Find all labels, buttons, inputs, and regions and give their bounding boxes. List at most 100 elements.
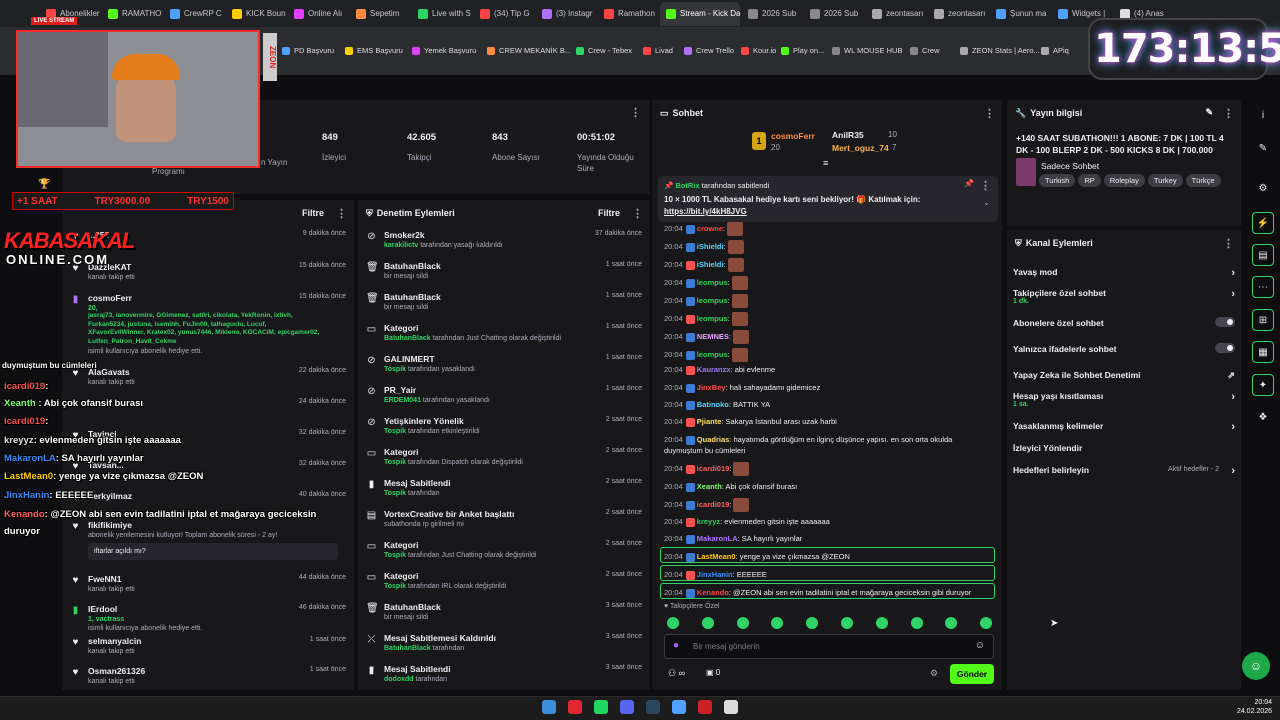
toggle-switch[interactable] bbox=[1215, 317, 1235, 327]
category-name[interactable]: Sadece Sohbet bbox=[1041, 161, 1099, 171]
mod-actor[interactable]: Tospik bbox=[384, 583, 406, 590]
chat-message[interactable]: 20:04 leompus: bbox=[664, 276, 748, 290]
chat-username[interactable]: leompus bbox=[697, 278, 728, 287]
mod-item[interactable]: 🗑 BatuhanBlack 1 saat önce bir mesajı sild… bbox=[358, 261, 650, 280]
acrobat-icon[interactable] bbox=[698, 700, 712, 714]
bookmark-item[interactable]: ZEON Stats | Aero... bbox=[960, 46, 1040, 55]
chat-username[interactable]: icardi019 bbox=[697, 500, 730, 509]
chat-message[interactable]: 20:04 leompus: bbox=[664, 312, 748, 326]
pinned-by[interactable]: BotRix bbox=[675, 181, 699, 190]
chat-username[interactable]: kreyyz bbox=[697, 517, 720, 526]
activity-item[interactable]: ▮ IErdool 46 dakika önce 1, vactrass isimli … bbox=[62, 604, 354, 632]
steam-icon[interactable] bbox=[646, 700, 660, 714]
chat-username[interactable]: JinxHanin bbox=[697, 570, 733, 579]
emote-icon[interactable] bbox=[667, 617, 679, 629]
mod-item[interactable]: 🗑 BatuhanBlack 3 saat önce bir mesajı sild… bbox=[358, 602, 650, 621]
mod-item[interactable]: ▭ Kategori 1 saat önce BatuhanBlack tarafın… bbox=[358, 323, 650, 342]
pinned-link[interactable]: https://bit.ly/4kH8JVG bbox=[664, 207, 747, 216]
browser-tab[interactable]: CrewRP C bbox=[164, 2, 224, 26]
emoji-icon[interactable]: ☺ bbox=[975, 640, 985, 651]
more-icon[interactable]: ⋮ bbox=[336, 207, 347, 220]
info-icon[interactable]: i bbox=[1252, 104, 1274, 126]
settings-gear-icon[interactable]: ⚙ bbox=[930, 668, 938, 679]
channel-setting[interactable]: İzleyici Yönlendir bbox=[1013, 443, 1235, 453]
chat-username[interactable]: leompus bbox=[697, 296, 728, 305]
channel-setting[interactable]: Abonelere özel sohbet bbox=[1013, 317, 1235, 328]
browser-tab[interactable]: zeontasarı bbox=[928, 2, 988, 26]
more-icon[interactable]: ⋮ bbox=[984, 107, 995, 120]
chat-message[interactable]: 20:04 icardi019: bbox=[664, 462, 750, 476]
chevron-down-icon[interactable]: ⌄ bbox=[983, 198, 990, 207]
mod-item[interactable]: ▭ Kategori 2 saat önce Tospik tarafından IR… bbox=[358, 571, 650, 590]
bookmark-item[interactable]: WL MOUSE HUB bbox=[832, 46, 902, 55]
mod-actor[interactable]: Tospik bbox=[384, 552, 406, 559]
chat-message[interactable]: 20:04 kreyyz: evlenmeden gitsin işte aaaa… bbox=[664, 516, 830, 527]
discord-icon[interactable] bbox=[620, 700, 634, 714]
browser-tab[interactable]: (3) Instagr bbox=[536, 2, 596, 26]
top-gifter-3[interactable]: Mert_oguz_74 bbox=[832, 143, 889, 153]
chat-username[interactable]: NEMNES bbox=[697, 332, 729, 341]
chat-username[interactable]: icardi019 bbox=[697, 464, 730, 473]
more-icon[interactable]: ⋮ bbox=[980, 179, 991, 192]
stream-tag[interactable]: Turkey bbox=[1147, 174, 1183, 187]
browser-tab[interactable]: (34) Tip G bbox=[474, 2, 534, 26]
stream-tag[interactable]: Roleplay bbox=[1103, 174, 1145, 187]
bookmark-item[interactable]: APiq bbox=[1041, 46, 1069, 55]
chat-message[interactable]: 20:04 MakaronLA: SA hayırlı yayınlar bbox=[664, 533, 802, 544]
toggle-switch[interactable] bbox=[1215, 343, 1235, 353]
bookmark-item[interactable]: CREW MEKANİK B... bbox=[487, 46, 571, 55]
bookmark-item[interactable]: Livad bbox=[643, 46, 673, 55]
mod-item[interactable]: ▮ Mesaj Sabitlendi 2 saat önce Tospik taraf… bbox=[358, 478, 650, 497]
mod-actor[interactable]: BatuhanBlack bbox=[384, 335, 431, 342]
mod-item[interactable]: ▭ Kategori 2 saat önce Tospik tarafından Di… bbox=[358, 447, 650, 466]
browser-tab[interactable]: RAMATHO bbox=[102, 2, 162, 26]
chat-message[interactable]: 20:04 Xeanth: Abi çok ofansif burası bbox=[664, 481, 797, 492]
filter-button[interactable]: Filtre bbox=[302, 208, 324, 218]
app-icon[interactable] bbox=[672, 700, 686, 714]
bookmark-item[interactable]: Play on... bbox=[781, 46, 824, 55]
chat-message[interactable]: 20:04 icardi019: bbox=[664, 498, 750, 512]
activity-item[interactable]: ▮ cosmoFerr 15 dakika önce 20, jasraj73, ian… bbox=[62, 293, 354, 355]
chat-username[interactable]: iShieldi bbox=[697, 242, 724, 251]
users-icon[interactable]: ⚇ ∞ bbox=[668, 668, 685, 679]
activity-item[interactable]: ♥ selmanyalcin 1 saat önce kanalı takip ett… bbox=[62, 636, 354, 655]
external-link-icon[interactable]: ⇗ bbox=[1227, 370, 1235, 381]
chat-username[interactable]: Batinoko bbox=[697, 400, 729, 409]
emote-icon[interactable] bbox=[701, 617, 714, 629]
bookmark-item[interactable]: Crew bbox=[910, 46, 940, 55]
mod-item[interactable]: ⊘ PR_Yair 1 saat önce ERDEM041 tarafından y… bbox=[358, 385, 650, 404]
more-icon[interactable]: ⋮ bbox=[632, 207, 643, 220]
emote-icon[interactable] bbox=[841, 617, 853, 629]
channel-setting[interactable]: Yavaş mod › bbox=[1013, 267, 1235, 279]
chat-username[interactable]: leompus bbox=[697, 314, 728, 323]
mod-item[interactable]: 🗑 BatuhanBlack 1 saat önce bir mesajı sild… bbox=[358, 292, 650, 311]
collapse-icon[interactable]: ≡ bbox=[823, 158, 828, 168]
chat-username[interactable]: iShieldi bbox=[697, 260, 724, 269]
top-gifter-2[interactable]: AnilR35 bbox=[832, 130, 864, 140]
broadcast-icon[interactable]: ⊞ bbox=[1252, 309, 1274, 331]
mod-actor[interactable]: karakilictv bbox=[384, 242, 418, 249]
chat-username[interactable]: Quadrias bbox=[697, 435, 730, 444]
chat-message[interactable]: 20:04 crowne: bbox=[664, 222, 744, 236]
top-gifter-1[interactable]: cosmoFerr bbox=[771, 131, 815, 141]
channel-setting[interactable]: Hesap yaşı kısıtlaması 1 sa. › bbox=[1013, 391, 1235, 408]
filter-button[interactable]: Filtre bbox=[598, 208, 620, 218]
browser-tab[interactable]: Sepetim bbox=[350, 2, 410, 26]
chat-username[interactable]: MakaronLA bbox=[697, 534, 738, 543]
mod-item[interactable]: ▮ Mesaj Sabitlendi 3 saat önce dodoxdd tara… bbox=[358, 664, 650, 683]
channel-setting[interactable]: Hedefleri belirleyin Aktif hedefler - 2 › bbox=[1013, 465, 1235, 477]
emote-icon[interactable] bbox=[910, 617, 923, 629]
browser-tab[interactable]: Şunun ma bbox=[990, 2, 1050, 26]
chat-username[interactable]: leompus bbox=[697, 350, 728, 359]
mod-actor[interactable]: ERDEM041 bbox=[384, 397, 421, 404]
bookmark-item[interactable]: Crew - Tebex bbox=[576, 46, 632, 55]
browser-tab[interactable]: Online Alı bbox=[288, 2, 348, 26]
channel-setting[interactable]: Yapay Zeka ile Sohbet Denetimi ⇗ bbox=[1013, 370, 1235, 380]
chat-bubble-icon[interactable]: ⋯ bbox=[1252, 276, 1274, 298]
emote-icon[interactable] bbox=[875, 617, 888, 629]
chat-message[interactable]: 20:04 NEMNES: bbox=[664, 330, 749, 344]
stream-tag[interactable]: Turkish bbox=[1039, 174, 1076, 187]
mod-actor[interactable]: Tospik bbox=[384, 428, 406, 435]
chat-username[interactable]: LastMean0 bbox=[697, 552, 736, 561]
mod-item[interactable]: ⊘ Yetişkinlere Yönelik 2 saat önce Tospik t… bbox=[358, 416, 650, 435]
